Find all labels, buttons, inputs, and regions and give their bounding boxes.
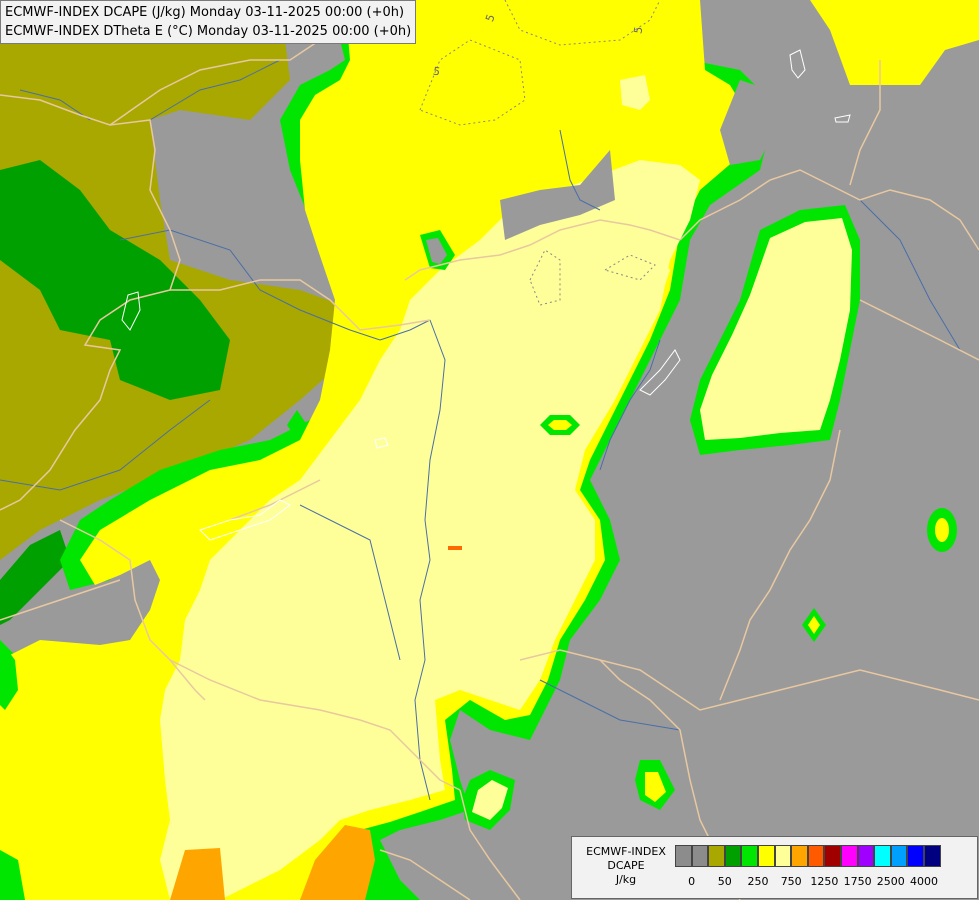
legend-swatch — [874, 845, 891, 867]
legend-swatch — [907, 845, 924, 867]
legend-label: ECMWF-INDEX DCAPE J/kg — [576, 845, 676, 887]
map-title-box: ECMWF-INDEX DCAPE (J/kg) Monday 03-11-20… — [0, 0, 417, 44]
legend-swatch — [724, 845, 742, 867]
dcape-map: 5 5 5 — [0, 0, 979, 900]
title-line-dcape: ECMWF-INDEX DCAPE (J/kg) Monday 03-11-20… — [5, 5, 405, 20]
legend-swatch — [757, 845, 775, 867]
orange-spot — [448, 546, 462, 550]
title-line-dthetae: ECMWF-INDEX DTheta E (°C) Monday 03-11-2… — [5, 24, 412, 39]
legend-tick-label: 50 — [717, 875, 732, 888]
legend-tick-label: 250 — [747, 875, 769, 888]
legend-name-line1: ECMWF-INDEX — [586, 845, 666, 858]
legend-swatch — [890, 845, 908, 867]
legend-tick-label: 4000 — [910, 875, 938, 888]
legend-tick-label: 1750 — [843, 875, 872, 888]
legend-swatch — [741, 845, 758, 867]
yellow-blob-east — [935, 518, 949, 542]
legend-swatch — [807, 845, 825, 867]
legend-swatch — [708, 845, 725, 867]
legend-unit: J/kg — [615, 873, 637, 886]
legend-swatch — [824, 845, 841, 867]
legend-tick-label: 2500 — [876, 875, 905, 888]
legend-swatch — [923, 845, 941, 867]
legend-swatch — [791, 845, 808, 867]
legend-swatch — [774, 845, 792, 867]
color-legend: ECMWF-INDEX DCAPE J/kg 0 50 250 750 1250 1750… — [571, 836, 978, 899]
legend-ticks: 0 50 250 750 1250 1750 2500 4000 — [675, 875, 973, 889]
legend-swatches — [675, 845, 941, 867]
legend-name-line2: DCAPE — [607, 859, 645, 872]
legend-swatch — [840, 845, 858, 867]
legend-tick-label: 1250 — [810, 875, 839, 888]
legend-swatch — [691, 845, 709, 867]
legend-swatch — [857, 845, 875, 867]
legend-swatch — [675, 845, 692, 867]
legend-tick-label: 750 — [780, 875, 802, 888]
legend-tick-label: 0 — [688, 875, 696, 888]
